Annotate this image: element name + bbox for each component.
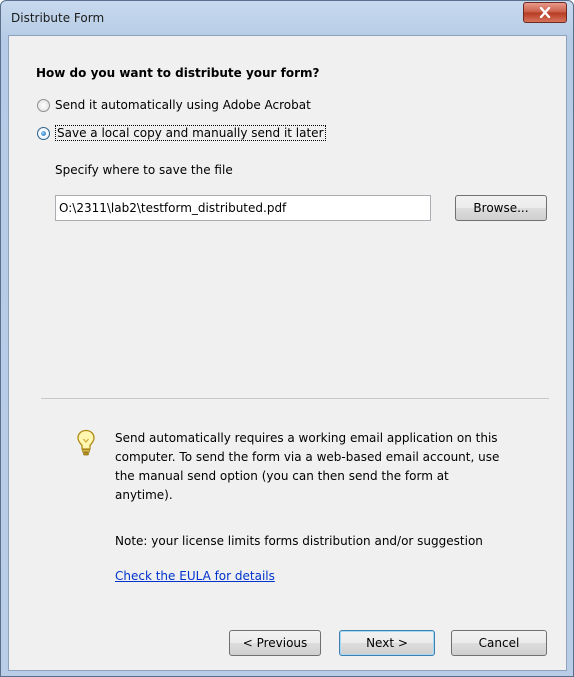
close-button[interactable]: [523, 2, 567, 23]
close-x-icon: [539, 7, 551, 18]
dialog-body: How do you want to distribute your form?…: [8, 35, 567, 671]
option-save-local-copy[interactable]: Save a local copy and manually send it l…: [37, 125, 326, 141]
eula-link[interactable]: Check the EULA for details: [115, 569, 275, 583]
distribute-form-dialog: Distribute Form How do you want to distr…: [0, 0, 574, 677]
option-save-local-copy-label: Save a local copy and manually send it l…: [55, 125, 326, 141]
option-send-automatically-label: Send it automatically using Adobe Acroba…: [55, 98, 311, 112]
window-title: Distribute Form: [11, 11, 105, 25]
lightbulb-icon: [77, 429, 95, 456]
radio-send-automatically[interactable]: [37, 98, 50, 112]
radio-save-local-copy[interactable]: [37, 126, 50, 140]
option-send-automatically[interactable]: Send it automatically using Adobe Acroba…: [37, 98, 311, 112]
license-note: Note: your license limits forms distribu…: [115, 534, 483, 548]
title-bar[interactable]: Distribute Form: [1, 1, 573, 35]
next-button[interactable]: Next >: [339, 630, 435, 656]
browse-button[interactable]: Browse...: [455, 195, 547, 221]
distribution-heading: How do you want to distribute your form?: [36, 66, 320, 80]
info-message: Send automatically requires a working em…: [115, 431, 500, 502]
save-location-label: Specify where to save the file: [55, 163, 233, 177]
cancel-button[interactable]: Cancel: [451, 630, 547, 656]
separator: [41, 398, 549, 399]
file-path-input[interactable]: [55, 195, 431, 221]
previous-button[interactable]: < Previous: [229, 630, 321, 656]
